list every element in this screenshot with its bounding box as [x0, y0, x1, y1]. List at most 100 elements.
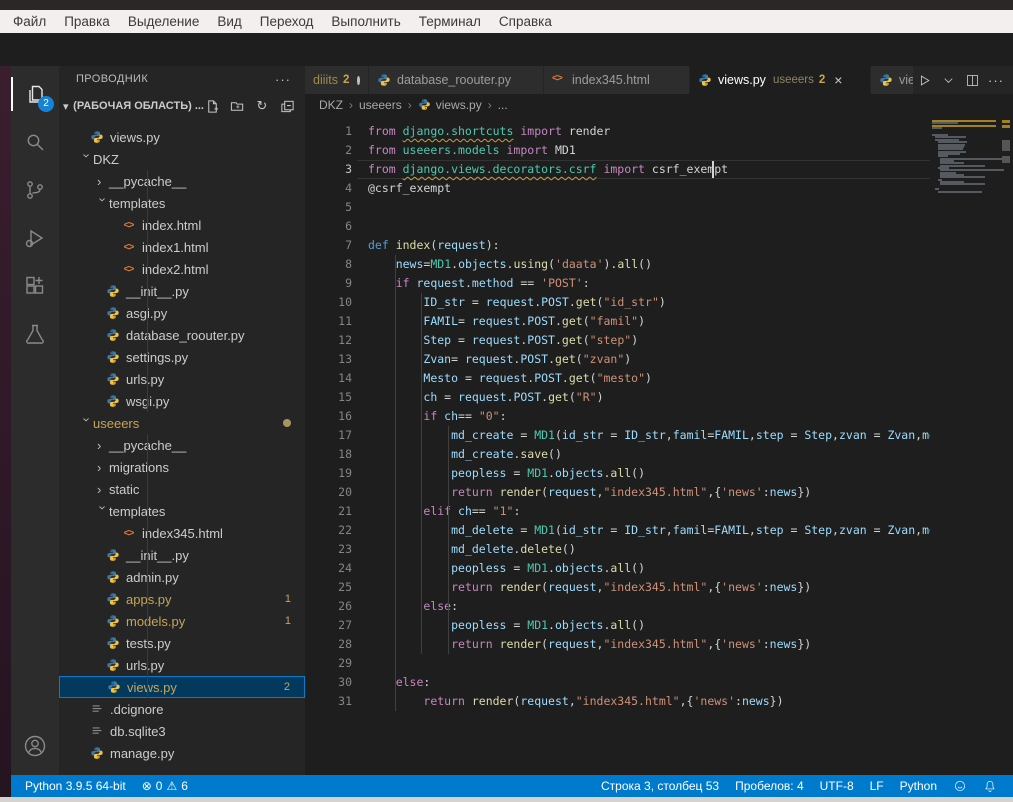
code-line-9[interactable]: 9 if request.method == 'POST': — [305, 274, 930, 293]
tree-file--init-py[interactable]: __init__.py — [59, 544, 305, 566]
status-eol[interactable]: LF — [862, 779, 892, 793]
activity-item-extensions[interactable] — [11, 263, 59, 309]
tree-folder--pycache-[interactable]: ›__pycache__ — [59, 434, 305, 456]
new-file-icon[interactable] — [204, 98, 220, 114]
code-editor[interactable]: 1from django.shortcuts import render2fro… — [305, 116, 1013, 802]
status-python-interpreter[interactable]: Python 3.9.5 64-bit — [17, 779, 134, 793]
activity-item-search[interactable] — [11, 119, 59, 165]
code-line-31[interactable]: 31 return render(request,"index345.html"… — [305, 692, 930, 711]
tree-file-db-sqlite3[interactable]: db.sqlite3 — [59, 720, 305, 742]
tree-file-tests-py[interactable]: tests.py — [59, 632, 305, 654]
tree-file-views-py[interactable]: views.py2 — [59, 676, 305, 698]
code-line-26[interactable]: 26 else: — [305, 597, 930, 616]
status-feedback[interactable] — [945, 779, 975, 793]
run-dropdown-icon[interactable] — [938, 69, 958, 91]
code-line-17[interactable]: 17 md_create = MD1(id_str = ID_str,famil… — [305, 426, 930, 445]
status-cursor-position[interactable]: Строка 3, столбец 53 — [593, 779, 727, 793]
code-line-13[interactable]: 13 Zvan= request.POST.get("zvan") — [305, 350, 930, 369]
code-line-5[interactable]: 5 — [305, 198, 930, 217]
tree-folder-templates[interactable]: ›templates — [59, 192, 305, 214]
code-line-25[interactable]: 25 return render(request,"index345.html"… — [305, 578, 930, 597]
split-editor-icon[interactable] — [962, 69, 982, 91]
code-line-2[interactable]: 2from useeers.models import MD1 — [305, 141, 930, 160]
menu-item-справка[interactable]: Справка — [490, 14, 561, 29]
code-line-30[interactable]: 30 else: — [305, 673, 930, 692]
menu-item-выполнить[interactable]: Выполнить — [322, 14, 409, 29]
status-notifications[interactable] — [975, 779, 1005, 793]
code-line-8[interactable]: 8 news=MD1.objects.using('daata').all() — [305, 255, 930, 274]
code-line-6[interactable]: 6 — [305, 217, 930, 236]
tree-folder-static[interactable]: ›static — [59, 478, 305, 500]
tree-file-index345-html[interactable]: <>index345.html — [59, 522, 305, 544]
code-line-18[interactable]: 18 md_create.save() — [305, 445, 930, 464]
tree-file--dcignore[interactable]: .dcignore — [59, 698, 305, 720]
tree-folder--pycache-[interactable]: ›__pycache__ — [59, 170, 305, 192]
menu-item-выделение[interactable]: Выделение — [119, 14, 209, 29]
code-line-19[interactable]: 19 peopless = MD1.objects.all() — [305, 464, 930, 483]
menu-item-терминал[interactable]: Терминал — [410, 14, 490, 29]
tree-folder-useeers[interactable]: ›useeers — [59, 412, 305, 434]
code-line-14[interactable]: 14 Mesto = request.POST.get("mesto") — [305, 369, 930, 388]
code-line-16[interactable]: 16 if ch== "0": — [305, 407, 930, 426]
run-icon[interactable] — [914, 69, 934, 91]
code-line-22[interactable]: 22 md_delete = MD1(id_str = ID_str,famil… — [305, 521, 930, 540]
close-icon[interactable]: × — [834, 72, 842, 88]
status-problems[interactable]: ⊗0⚠6 — [134, 779, 196, 793]
breadcrumb-item[interactable]: views.py — [418, 98, 482, 112]
code-line-11[interactable]: 11 FAMIL= request.POST.get("famil") — [305, 312, 930, 331]
activity-item-accounts[interactable] — [11, 723, 59, 769]
breadcrumb-item[interactable]: useeers — [359, 98, 402, 112]
tree-folder-migrations[interactable]: ›migrations — [59, 456, 305, 478]
tree-folder-templates[interactable]: ›templates — [59, 500, 305, 522]
code-line-20[interactable]: 20 return render(request,"index345.html"… — [305, 483, 930, 502]
code-line-12[interactable]: 12 Step = request.POST.get("step") — [305, 331, 930, 350]
code-line-28[interactable]: 28 return render(request,"index345.html"… — [305, 635, 930, 654]
code-line-21[interactable]: 21 elif ch== "1": — [305, 502, 930, 521]
code-line-7[interactable]: 7def index(request): — [305, 236, 930, 255]
code-line-1[interactable]: 1from django.shortcuts import render — [305, 122, 930, 141]
collapse-all-icon[interactable] — [279, 98, 295, 114]
minimap[interactable] — [930, 116, 1000, 802]
tree-file--init-py[interactable]: __init__.py — [59, 280, 305, 302]
activity-item-source-control[interactable] — [11, 167, 59, 213]
code-line-3[interactable]: 3from django.views.decorators.csrf impor… — [305, 160, 930, 179]
tree-file-index1-html[interactable]: <>index1.html — [59, 236, 305, 258]
code-line-10[interactable]: 10 ID_str = request.POST.get("id_str") — [305, 293, 930, 312]
tree-file-index2-html[interactable]: <>index2.html — [59, 258, 305, 280]
menu-item-переход[interactable]: Переход — [251, 14, 323, 29]
refresh-icon[interactable]: ↻ — [254, 98, 270, 114]
breadcrumb-item[interactable]: DKZ — [319, 98, 343, 112]
new-folder-icon[interactable] — [229, 98, 245, 114]
breadcrumb-item[interactable]: ... — [498, 98, 508, 112]
sidebar-more-actions-button[interactable]: ··· — [275, 72, 291, 87]
code-line-24[interactable]: 24 peopless = MD1.objects.all() — [305, 559, 930, 578]
tree-file-index-html[interactable]: <>index.html — [59, 214, 305, 236]
status-indentation[interactable]: Пробелов: 4 — [727, 779, 812, 793]
activity-item-testing[interactable] — [11, 311, 59, 357]
status-language-mode[interactable]: Python — [892, 779, 945, 793]
tree-file-manage-py[interactable]: manage.py — [59, 742, 305, 764]
tree-folder-dkz[interactable]: ›DKZ — [59, 148, 305, 170]
tree-file-asgi-py[interactable]: asgi.py — [59, 302, 305, 324]
menu-item-правка[interactable]: Правка — [55, 14, 119, 29]
tree-file-settings-py[interactable]: settings.py — [59, 346, 305, 368]
code-line-4[interactable]: 4@csrf_exempt — [305, 179, 930, 198]
tree-file-views-py[interactable]: views.py — [59, 126, 305, 148]
menu-item-вид[interactable]: Вид — [208, 14, 250, 29]
activity-item-explorer[interactable]: 2 — [11, 71, 59, 117]
activity-item-run-debug[interactable] — [11, 215, 59, 261]
tree-file-admin-py[interactable]: admin.py — [59, 566, 305, 588]
tab-diiits[interactable]: diiits2 — [305, 66, 369, 94]
tree-file-wsgi-py[interactable]: wsgi.py — [59, 390, 305, 412]
tree-file-apps-py[interactable]: apps.py1 — [59, 588, 305, 610]
tree-file-urls-py[interactable]: urls.py — [59, 654, 305, 676]
tree-file-urls-py[interactable]: urls.py — [59, 368, 305, 390]
tab-overflow[interactable]: vie — [871, 66, 914, 94]
code-line-29[interactable]: 29 — [305, 654, 930, 673]
workspace-section-header[interactable]: ▾ (РАБОЧАЯ ОБЛАСТЬ) ... ↻ — [59, 94, 305, 118]
tree-file-database-roouter-py[interactable]: database_roouter.py — [59, 324, 305, 346]
code-line-15[interactable]: 15 ch = request.POST.get("R") — [305, 388, 930, 407]
tab-database-roouter[interactable]: database_roouter.py — [369, 66, 544, 94]
tree-file-models-py[interactable]: models.py1 — [59, 610, 305, 632]
code-line-27[interactable]: 27 peopless = MD1.objects.all() — [305, 616, 930, 635]
